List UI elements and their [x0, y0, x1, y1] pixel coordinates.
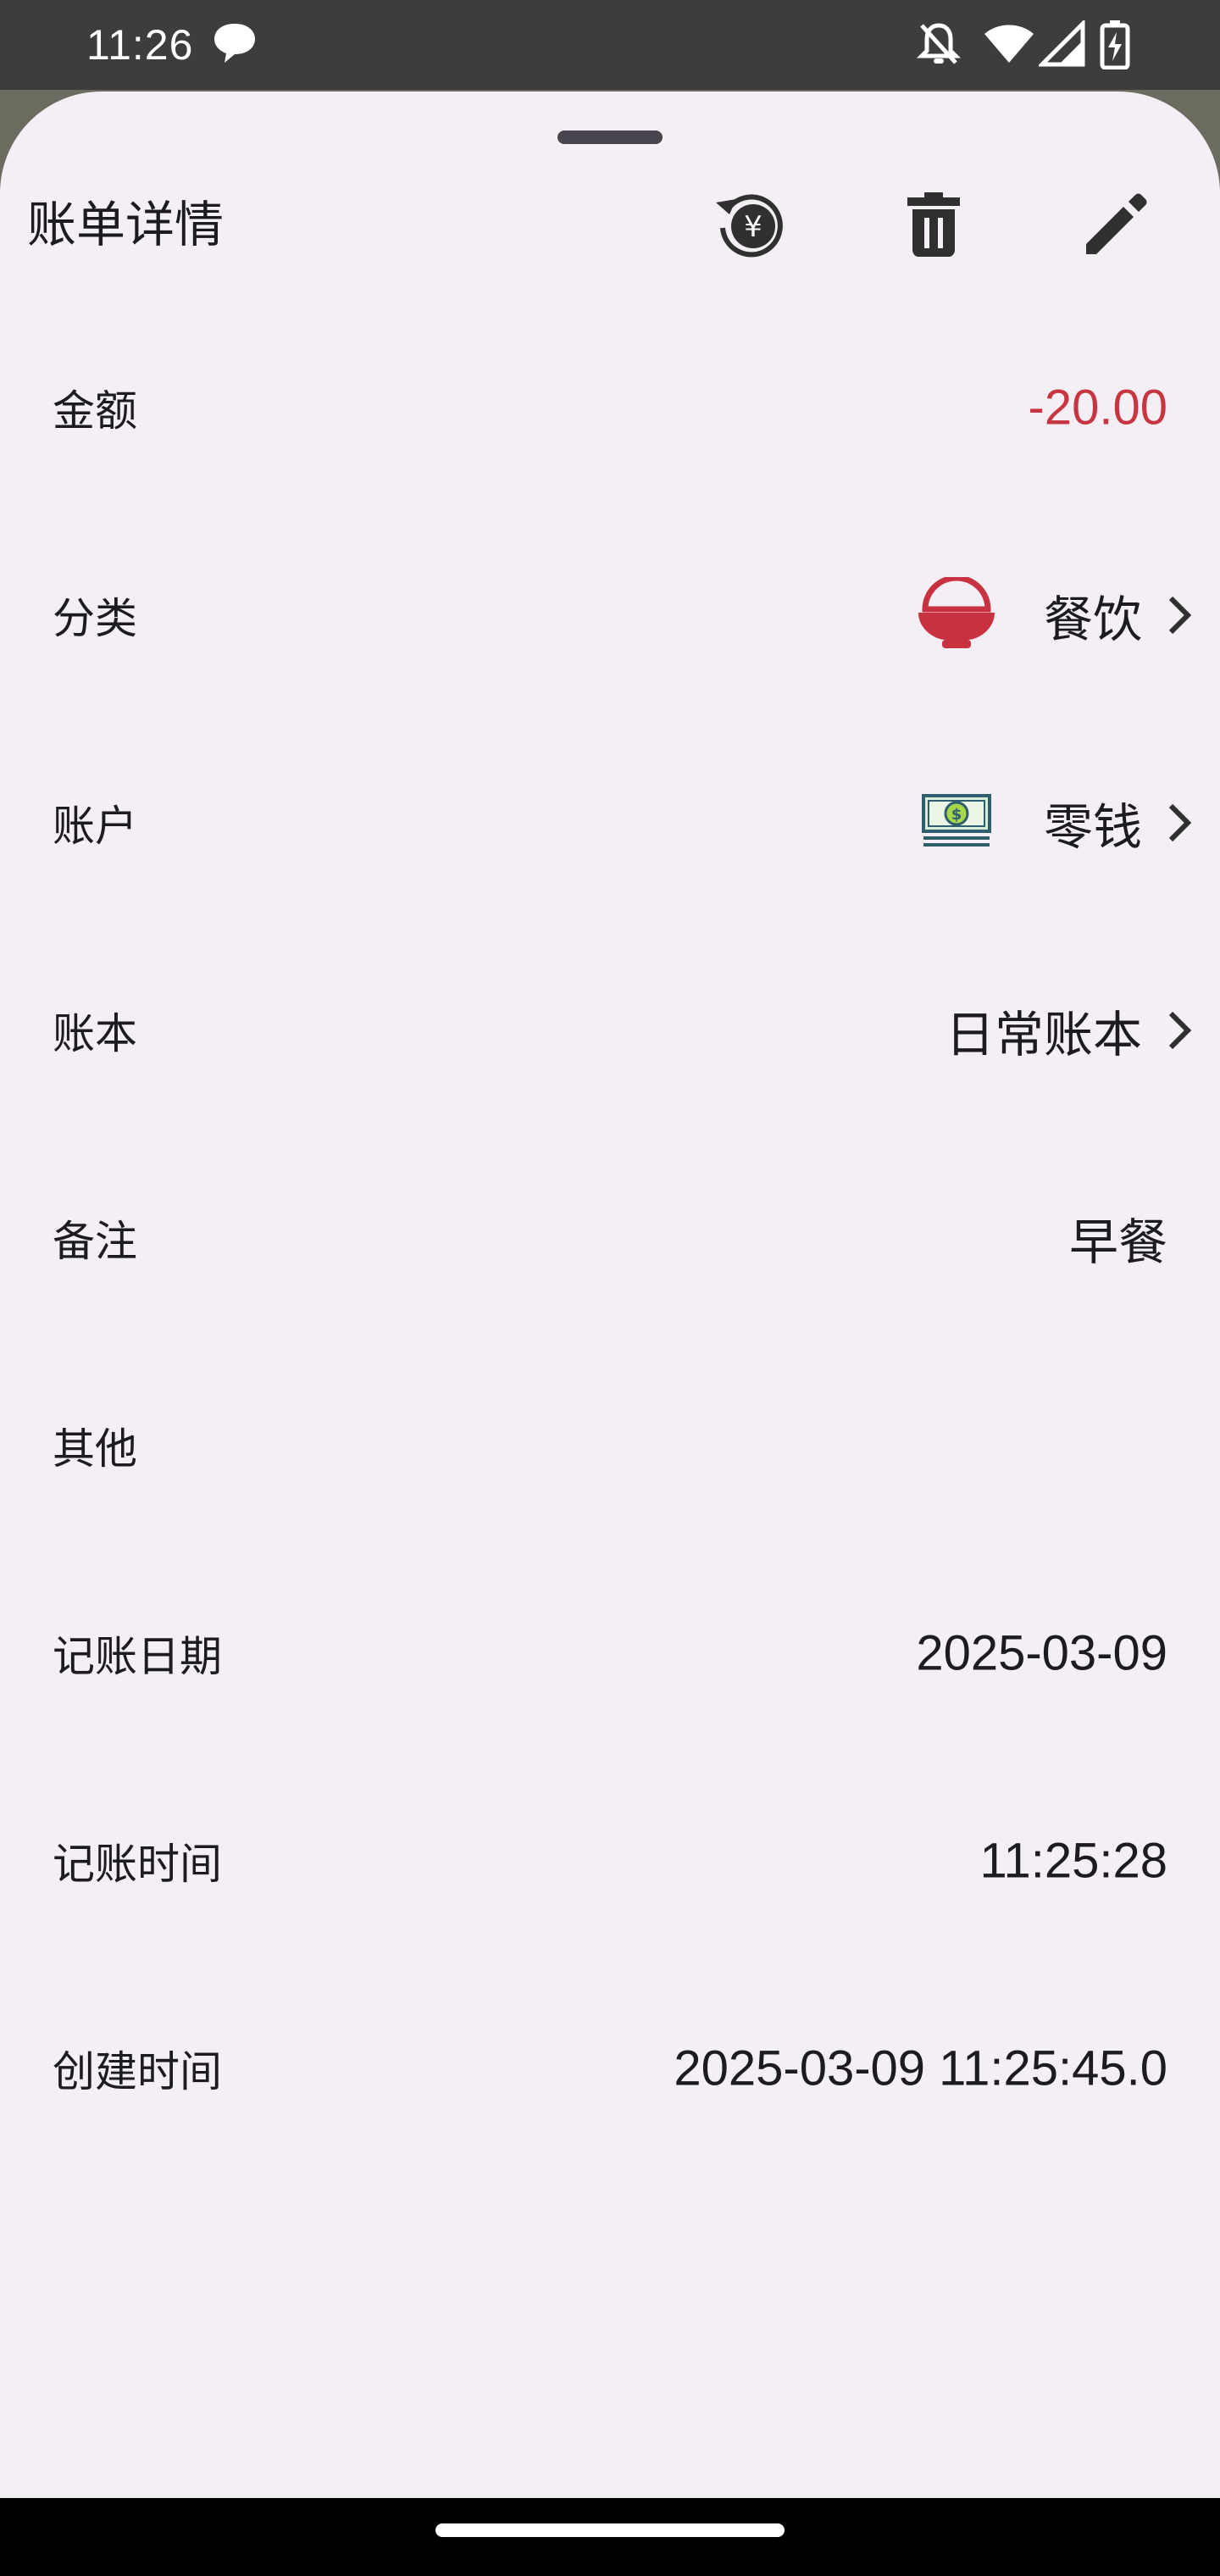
edit-button[interactable]	[1069, 180, 1162, 273]
account-label: 账户	[53, 801, 137, 851]
chevron-right-icon	[1162, 801, 1196, 845]
account-value: 零钱	[1043, 799, 1142, 855]
created-at-label: 创建时间	[53, 2046, 222, 2096]
other-row: 其他	[0, 1341, 1220, 1549]
book-label: 账本	[53, 1008, 137, 1058]
created-at-value: 2025-03-09 11:25:45.0	[674, 2040, 1167, 2096]
notifications-off-icon	[916, 20, 962, 71]
battery-charging-icon	[1100, 20, 1130, 73]
record-time-label: 记账时间	[53, 1839, 222, 1889]
cash-icon: $	[922, 793, 991, 852]
remark-row: 备注 早餐	[0, 1134, 1220, 1341]
category-value: 餐饮	[1043, 591, 1142, 647]
yuan-refund-icon: ¥	[711, 184, 792, 269]
status-bar: 11:26	[0, 0, 1220, 90]
trash-icon	[906, 192, 962, 260]
rice-bowl-icon	[917, 575, 996, 653]
record-time-value: 11:25:28	[979, 1833, 1167, 1888]
record-time-row: 记账时间 11:25:28	[0, 1757, 1220, 1964]
category-label: 分类	[53, 593, 137, 643]
status-time: 11:26	[86, 21, 194, 69]
wifi-icon	[983, 20, 1035, 71]
svg-text:$: $	[951, 806, 962, 824]
delete-button[interactable]	[887, 180, 980, 273]
remark-label: 备注	[53, 1216, 137, 1266]
book-value: 日常账本	[945, 1007, 1142, 1063]
chevron-right-icon	[1162, 1008, 1196, 1052]
chat-bubble-icon	[212, 20, 258, 71]
account-row[interactable]: 账户 $ 零钱	[0, 719, 1220, 926]
record-date-label: 记账日期	[53, 1631, 222, 1681]
refund-button[interactable]: ¥	[705, 180, 798, 273]
chevron-right-icon	[1162, 593, 1196, 637]
remark-value: 早餐	[1068, 1214, 1167, 1270]
record-date-row: 记账日期 2025-03-09	[0, 1549, 1220, 1757]
pencil-icon	[1083, 192, 1149, 261]
other-label: 其他	[53, 1424, 137, 1474]
record-date-value: 2025-03-09	[916, 1625, 1167, 1680]
navigation-bar	[0, 2498, 1220, 2576]
signal-icon	[1036, 18, 1086, 71]
book-row[interactable]: 账本 日常账本	[0, 926, 1220, 1134]
amount-label: 金额	[53, 386, 137, 436]
home-gesture-handle[interactable]	[435, 2523, 785, 2537]
amount-row: 金额 -20.00	[0, 303, 1220, 511]
created-at-row: 创建时间 2025-03-09 11:25:45.0	[0, 1964, 1220, 2172]
drag-handle[interactable]	[557, 130, 663, 144]
category-row[interactable]: 分类 餐饮	[0, 511, 1220, 719]
sheet-title: 账单详情	[27, 196, 225, 253]
svg-text:¥: ¥	[744, 210, 762, 244]
amount-value: -20.00	[1028, 380, 1167, 435]
